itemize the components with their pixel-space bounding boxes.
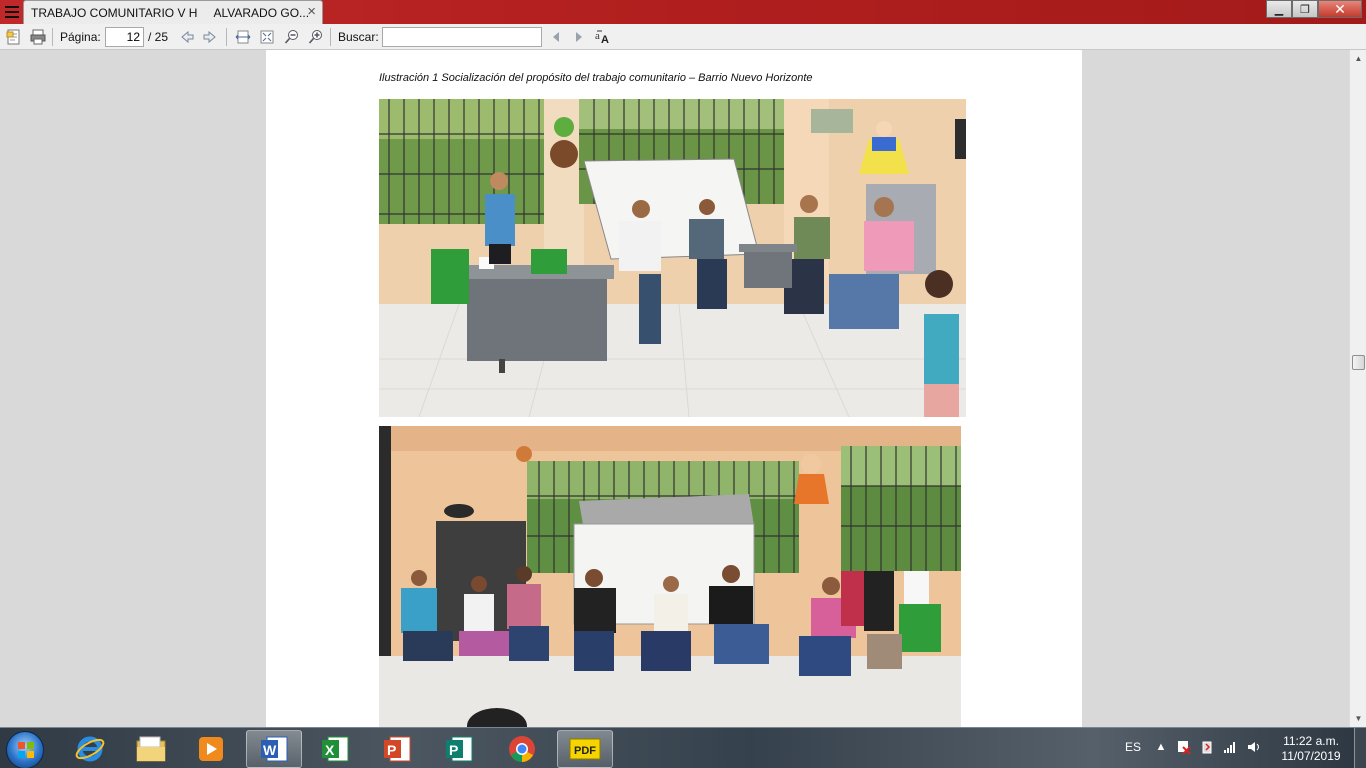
vertical-scrollbar[interactable]: ▲ ▼ (1349, 50, 1366, 727)
scroll-down-icon[interactable]: ▼ (1350, 710, 1366, 727)
language-indicator[interactable]: ES (1125, 740, 1141, 754)
document-tab[interactable]: TRABAJO COMUNITARIO V H ALVARADO GO... × (23, 0, 323, 24)
page-number-input[interactable] (105, 27, 144, 47)
svg-text:PDF: PDF (574, 745, 596, 757)
open-icon[interactable] (5, 28, 23, 46)
fit-width-icon[interactable] (234, 28, 252, 46)
svg-text:a: a (595, 30, 600, 42)
power-icon[interactable] (1200, 740, 1214, 754)
svg-text:W: W (263, 742, 277, 758)
show-hidden-icons-icon[interactable]: ▲ (1154, 740, 1168, 754)
document-page: Ilustración 1 Socialización del propósit… (266, 50, 1082, 727)
clock-time: 11:22 a.m. (1283, 734, 1339, 748)
minimize-button[interactable]: ▁ (1266, 0, 1292, 18)
svg-text:A: A (601, 34, 609, 45)
zoom-out-icon[interactable] (283, 28, 301, 46)
search-input[interactable] (382, 27, 542, 47)
figure-caption: Ilustración 1 Socialización del propósit… (379, 72, 813, 84)
previous-page-icon[interactable] (178, 28, 196, 46)
search-label: Buscar: (338, 30, 379, 44)
file-explorer-icon[interactable] (123, 730, 179, 768)
start-button[interactable] (6, 731, 44, 768)
taskbar: W X P P PDF ES ▲ 11:22 a.m. 11/07/2019 (0, 727, 1366, 768)
print-icon[interactable] (29, 28, 47, 46)
svg-text:P: P (449, 742, 458, 758)
page-label: Página: (60, 30, 101, 44)
page-total: / 25 (148, 30, 169, 44)
media-player-icon[interactable] (183, 730, 239, 768)
scroll-up-icon[interactable]: ▲ (1350, 50, 1366, 67)
word-icon[interactable]: W (246, 730, 302, 768)
scrollbar-thumb[interactable] (1352, 355, 1365, 370)
action-center-icon[interactable] (1177, 740, 1191, 754)
close-button[interactable]: ✕ (1318, 0, 1362, 18)
zoom-in-icon[interactable] (307, 28, 325, 46)
internet-explorer-icon[interactable] (62, 730, 118, 768)
show-desktop-button[interactable] (1354, 728, 1366, 768)
chrome-icon[interactable] (494, 730, 550, 768)
tab-close-icon[interactable]: × (307, 4, 316, 20)
search-previous-icon[interactable] (547, 28, 565, 46)
pdf-reader-icon[interactable]: PDF (557, 730, 613, 768)
window-controls: ▁ ❐ ✕ (1266, 0, 1362, 18)
svg-text:X: X (325, 742, 335, 758)
volume-icon[interactable] (1247, 740, 1261, 754)
text-options-icon[interactable]: aA (594, 28, 612, 46)
powerpoint-icon[interactable]: P (369, 730, 425, 768)
maximize-button[interactable]: ❐ (1292, 0, 1318, 18)
svg-text:P: P (387, 742, 396, 758)
excel-icon[interactable]: X (307, 730, 363, 768)
search-next-icon[interactable] (570, 28, 588, 46)
title-bar: TRABAJO COMUNITARIO V H ALVARADO GO... ×… (0, 0, 1366, 24)
tab-title: TRABAJO COMUNITARIO V H ALVARADO GO... (31, 6, 310, 20)
next-page-icon[interactable] (201, 28, 219, 46)
clock-date: 11/07/2019 (1281, 749, 1341, 763)
toolbar-separator (52, 28, 53, 46)
community-meeting-photo-2 (379, 426, 961, 727)
menu-icon[interactable] (3, 3, 21, 21)
document-viewer[interactable]: Ilustración 1 Socialización del propósit… (0, 50, 1349, 727)
publisher-icon[interactable]: P (431, 730, 487, 768)
toolbar-separator (330, 28, 331, 46)
signal-icon[interactable] (1223, 740, 1237, 754)
toolbar: Página: / 25 Buscar: aA (0, 24, 1366, 50)
clock[interactable]: 11:22 a.m. 11/07/2019 (1276, 734, 1346, 764)
fit-page-icon[interactable] (258, 28, 276, 46)
toolbar-separator (226, 28, 227, 46)
community-meeting-photo-1 (379, 99, 966, 417)
